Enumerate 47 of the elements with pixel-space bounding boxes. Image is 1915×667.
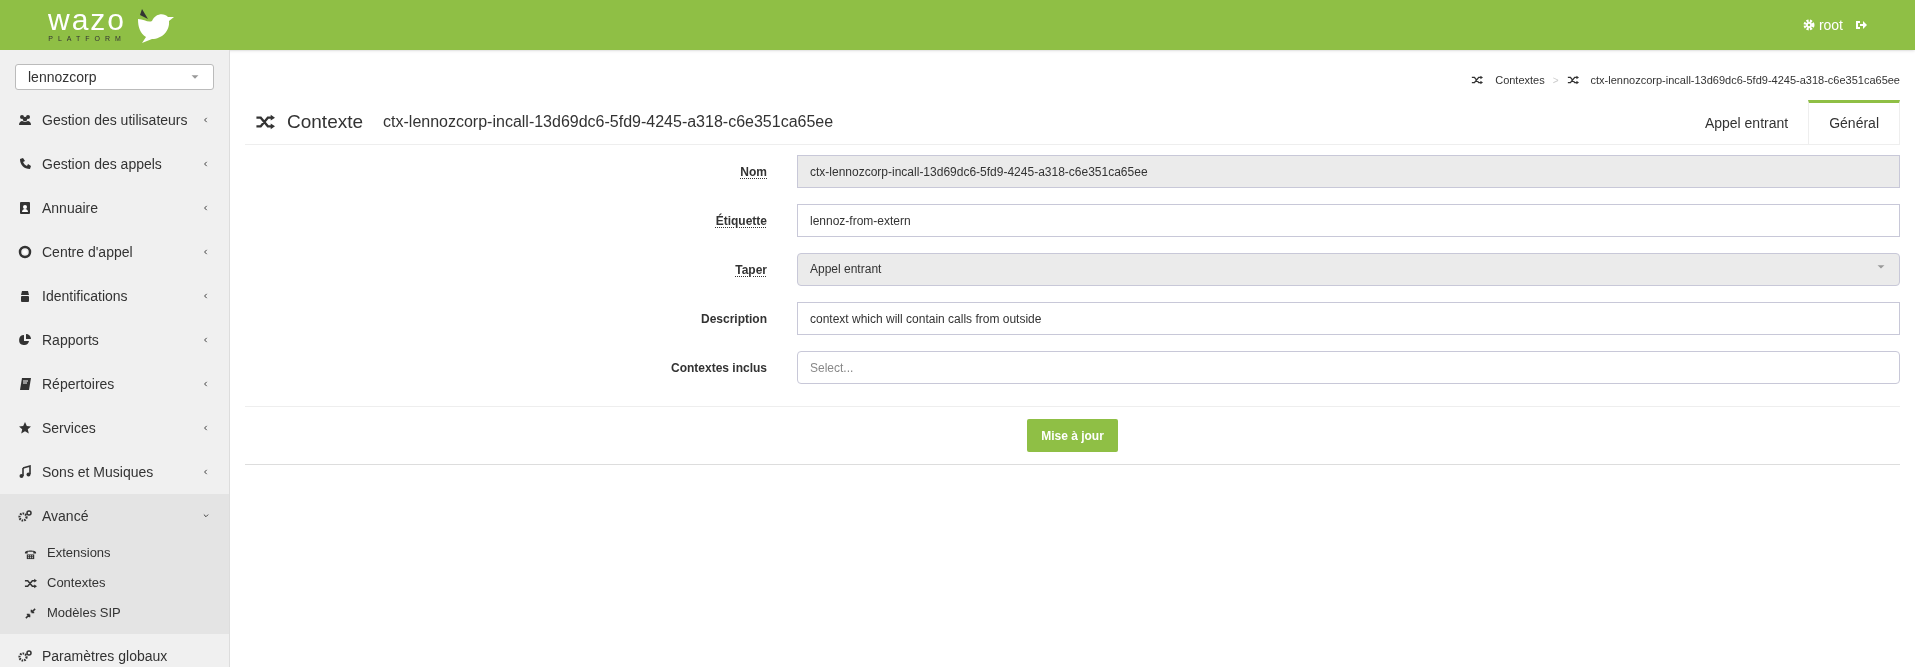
sidebar-item[interactable]: Gestion des appels (0, 142, 229, 186)
star-icon (18, 421, 32, 435)
field-label: Description (701, 310, 767, 328)
tenant-select[interactable]: lennozcorp (15, 64, 214, 90)
field-label: Nom (740, 163, 767, 181)
shuffle-icon (1566, 74, 1579, 86)
field-label: Taper (735, 261, 767, 279)
input-field[interactable]: lennoz-from-extern (797, 204, 1900, 237)
gears-icon (18, 509, 32, 523)
multiselect-field[interactable]: Select... (797, 351, 1900, 384)
sidebar-item[interactable]: Répertoires (0, 362, 229, 406)
lifebuoy-icon (18, 245, 32, 259)
pie-chart-icon (18, 333, 32, 347)
sidebar-item[interactable]: Identifications (0, 274, 229, 318)
sidebar-subitem[interactable]: Extensions (0, 538, 229, 568)
input-field[interactable]: context which will contain calls from outside (797, 302, 1900, 335)
page-title: Contexte (287, 109, 364, 134)
sidebar-item[interactable]: Annuaire (0, 186, 229, 230)
compress-arrows-icon (24, 606, 37, 620)
sidebar-item[interactable]: Gestion des utilisateurs (0, 98, 229, 142)
sidebar-item[interactable]: Centre d'appel (0, 230, 229, 274)
sidebar-item[interactable]: Rapports (0, 318, 229, 362)
sidebar-subitem[interactable]: Modèles SIP (0, 598, 229, 628)
gears-icon (18, 649, 32, 663)
sidebar-item[interactable]: Sons et Musiques (0, 450, 229, 494)
settings-icon (1802, 19, 1815, 31)
sidebar-item[interactable]: Avancé (0, 494, 229, 538)
book-icon (18, 377, 32, 391)
phone-icon (18, 157, 32, 171)
sidebar-subitem[interactable]: Contextes (0, 568, 229, 598)
sidebar-item[interactable]: Services (0, 406, 229, 450)
music-icon (18, 465, 32, 479)
breadcrumb-current: ctx-lennozcorp-incall-13d69dc6-5fd9-4245-a318-c6e351ca65ee (1590, 72, 1900, 88)
breadcrumb-separator: > (1552, 73, 1559, 88)
field-label: Étiquette (715, 212, 767, 230)
address-book-icon (18, 201, 32, 215)
tab[interactable]: Général (1808, 100, 1900, 144)
tab[interactable]: Appel entrant (1684, 100, 1809, 144)
users-icon (18, 113, 32, 127)
sidebar-item[interactable]: Paramètres globaux (0, 634, 229, 667)
logout-icon[interactable] (1855, 19, 1867, 31)
logo-text: wazo (48, 6, 127, 34)
field-label: Contextes inclus (670, 359, 767, 377)
shuffle-icon (24, 576, 37, 590)
page-subtitle: ctx-lennozcorp-incall-13d69dc6-5fd9-4245-a318-c6e351ca65ee (383, 111, 834, 132)
shuffle-icon (1471, 74, 1484, 86)
breadcrumb-link[interactable]: Contextes (1495, 71, 1545, 89)
